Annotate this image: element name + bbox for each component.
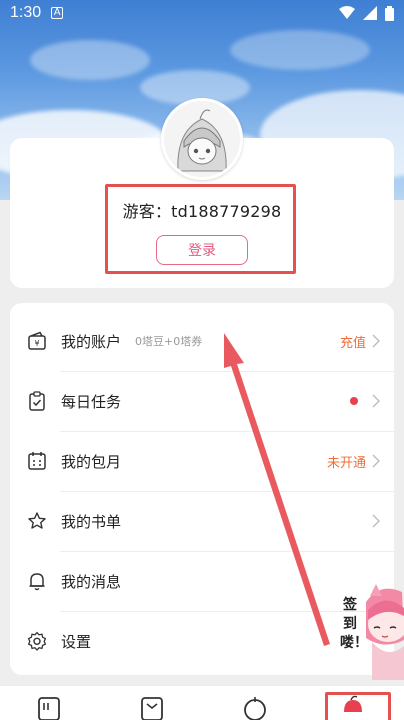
- menu-label-daily-tasks: 每日任务: [61, 392, 122, 411]
- nav-store-icon[interactable]: [140, 694, 164, 720]
- account-balance: 0塔豆+0塔券: [135, 335, 203, 348]
- task-red-dot: [350, 397, 358, 405]
- status-bar: 1:30 A: [0, 0, 404, 26]
- nav-profile-icon[interactable]: [341, 694, 365, 720]
- wallet-icon: ¥: [27, 331, 47, 351]
- nav-discover-icon[interactable]: [243, 694, 267, 720]
- wifi-icon: [339, 6, 355, 19]
- bell-icon: [27, 571, 47, 591]
- guest-username: 游客：td188779298: [122, 202, 282, 221]
- login-button[interactable]: 登录: [156, 235, 248, 265]
- signal-icon: [363, 6, 377, 20]
- battery-icon: [385, 5, 394, 21]
- menu-item-booklist[interactable]: 我的书单: [10, 491, 394, 551]
- notification-a-icon: A: [51, 7, 64, 19]
- menu-label-booklist: 我的书单: [61, 512, 122, 531]
- chevron-right-icon: [372, 454, 380, 468]
- menu-item-monthly[interactable]: 我的包月 未开通: [10, 431, 394, 491]
- menu-label-monthly: 我的包月: [61, 452, 122, 471]
- chevron-right-icon: [372, 334, 380, 348]
- menu-label-messages: 我的消息: [61, 572, 122, 591]
- status-time: 1:30: [10, 4, 42, 21]
- chevron-right-icon: [372, 394, 380, 408]
- bottom-nav: [0, 686, 404, 720]
- chevron-right-icon: [372, 514, 380, 528]
- calendar-icon: [27, 451, 47, 471]
- menu-label-account: 我的账户: [61, 332, 122, 351]
- recharge-link[interactable]: 充值: [340, 332, 366, 351]
- monthly-status: 未开通: [326, 455, 366, 471]
- menu-label-settings: 设置: [61, 632, 92, 651]
- gear-icon: [27, 631, 47, 651]
- avatar[interactable]: [161, 98, 243, 180]
- menu-item-account[interactable]: ¥ 我的账户 0塔豆+0塔券 充值: [10, 311, 394, 371]
- nav-bookshelf-icon[interactable]: [37, 694, 61, 720]
- clipboard-check-icon: [27, 391, 47, 411]
- svg-text:¥: ¥: [34, 339, 39, 348]
- checkin-text[interactable]: 签到喽！: [340, 596, 368, 653]
- star-icon: [27, 511, 47, 531]
- menu-item-daily-tasks[interactable]: 每日任务: [10, 371, 394, 431]
